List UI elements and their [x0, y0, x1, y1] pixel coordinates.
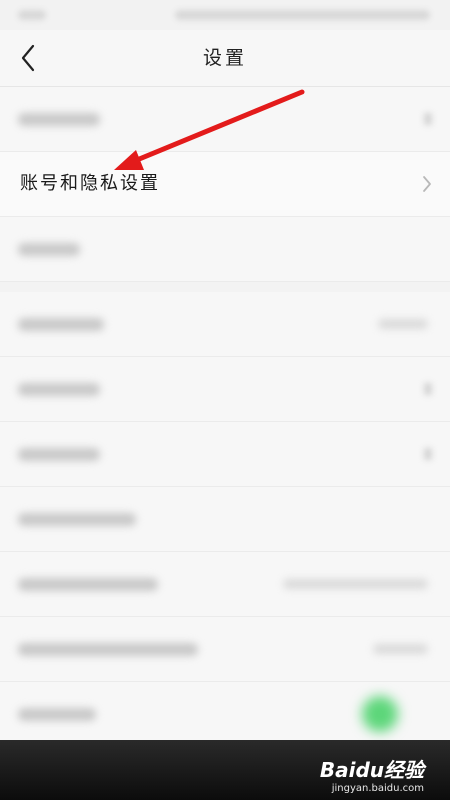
- bottom-bar-blurred: Baidu经验 jingyan.baidu.com: [0, 740, 450, 800]
- annotation-arrow: [114, 89, 305, 170]
- baidu-watermark: Baidu经验 jingyan.baidu.com: [320, 754, 424, 794]
- watermark-site: jingyan.baidu.com: [331, 783, 424, 794]
- watermark-logo: Baidu经验: [319, 758, 424, 782]
